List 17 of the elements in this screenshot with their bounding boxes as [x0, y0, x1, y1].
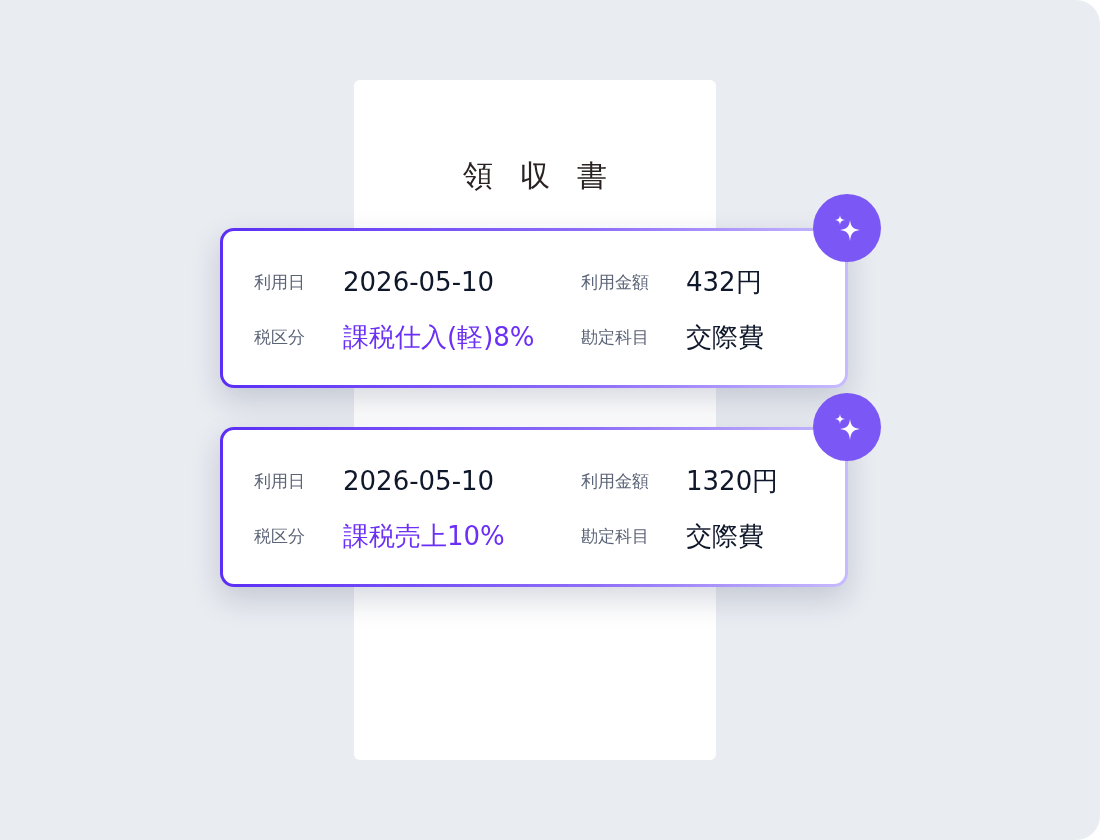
field-label: 利用日	[254, 270, 306, 294]
field-value: 1320円	[686, 465, 780, 498]
field-value: 課税仕入(軽)8%	[343, 321, 536, 354]
field-label: 利用日	[254, 469, 306, 493]
field-value: 2026-05-10	[343, 266, 496, 299]
field-value: 2026-05-10	[343, 465, 496, 498]
field-label: 税区分	[254, 325, 306, 349]
field-label: 勘定科目	[581, 325, 650, 349]
field-label: 勘定科目	[581, 524, 650, 548]
receipt-title: 領収書	[462, 157, 634, 195]
field-value: 交際費	[686, 520, 765, 553]
field-label: 利用金額	[581, 469, 650, 493]
field-value: 交際費	[686, 321, 765, 354]
field-value: 432円	[686, 266, 763, 299]
field-label: 利用金額	[581, 270, 650, 294]
field-value: 課税売上10%	[343, 520, 506, 553]
field-label: 税区分	[254, 524, 306, 548]
